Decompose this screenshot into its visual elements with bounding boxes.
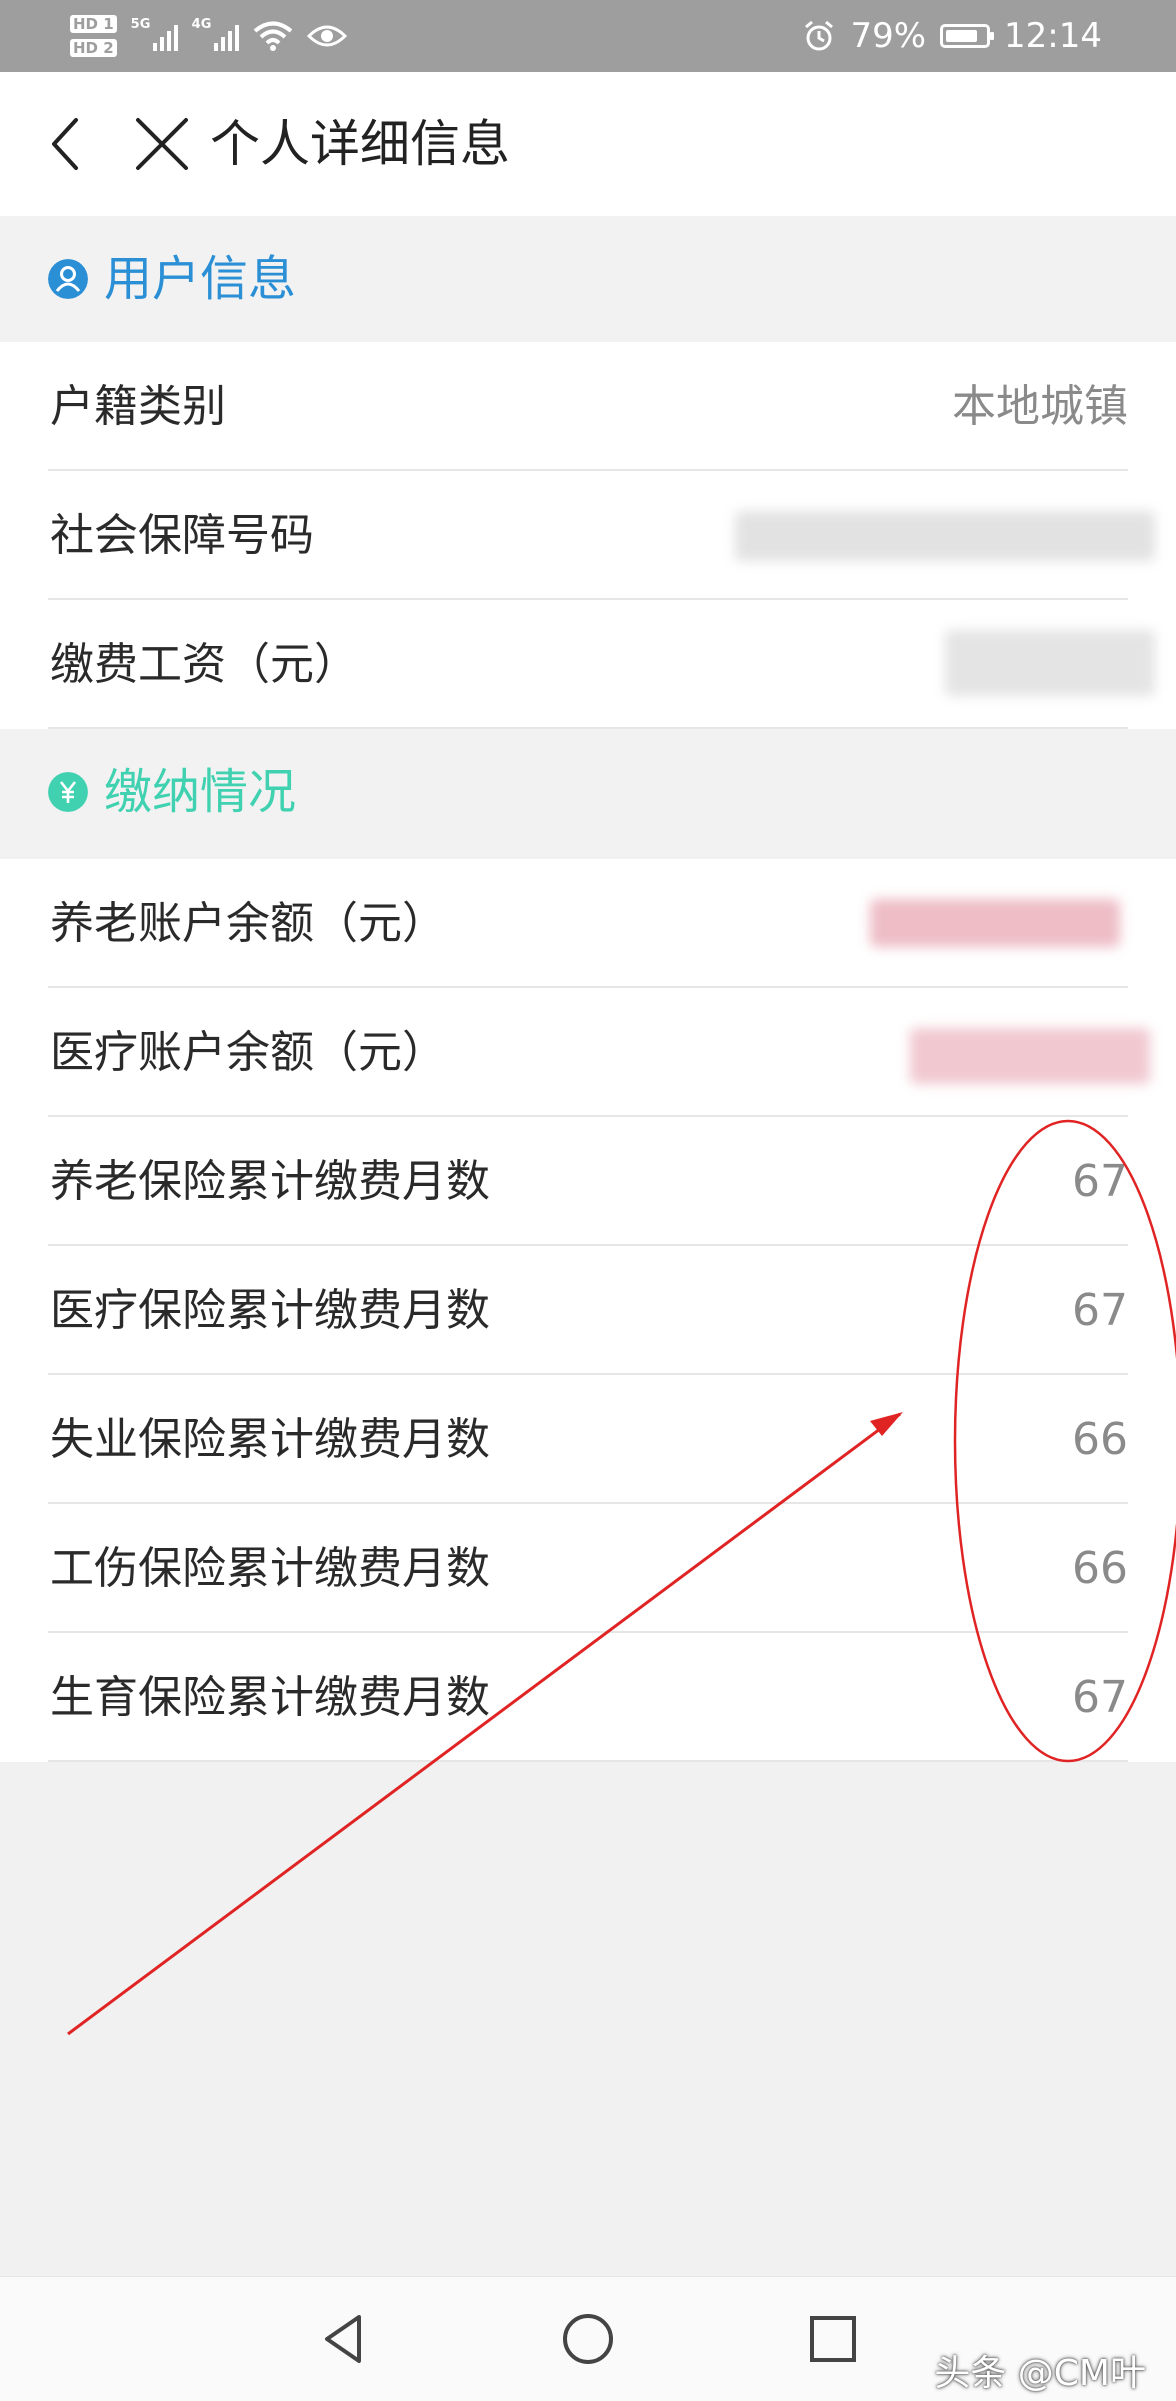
redacted-value	[735, 511, 1155, 561]
row-label: 养老保险累计缴费月数	[50, 1156, 490, 1207]
row-label: 养老账户余额（元）	[50, 898, 446, 949]
row-label: 医疗账户余额（元）	[50, 1027, 446, 1078]
alarm-icon	[805, 20, 834, 51]
section-title-payment: 缴纳情况	[104, 764, 297, 820]
status-right: 79% 12:14	[802, 0, 1102, 72]
list-item-medical-months[interactable]: 医疗保险累计缴费月数 67	[0, 1246, 1176, 1375]
row-label: 缴费工资（元）	[50, 639, 358, 690]
row-label: 户籍类别	[50, 381, 226, 432]
payment-list: 养老账户余额（元） 医疗账户余额（元） 养老保险累计缴费月数 67 医疗保险累计…	[0, 859, 1176, 1762]
section-payment-header: 缴纳情况	[0, 729, 1176, 855]
list-item-injury-months[interactable]: 工伤保险累计缴费月数 66	[0, 1504, 1176, 1633]
row-value: 67	[1072, 1156, 1128, 1207]
row-label: 社会保障号码	[50, 510, 314, 561]
list-item-contribution-wage[interactable]: 缴费工资（元）	[0, 600, 1176, 729]
row-label: 工伤保险累计缴费月数	[50, 1543, 490, 1594]
home-circle-icon[interactable]	[558, 2309, 618, 2369]
row-value: 本地城镇	[952, 381, 1128, 432]
user-icon	[48, 259, 88, 299]
recents-square-icon[interactable]	[803, 2309, 863, 2369]
list-item-social-security-number[interactable]: 社会保障号码	[0, 471, 1176, 600]
signal-5g-icon: 5G	[131, 17, 178, 51]
page-title: 个人详细信息	[210, 115, 510, 173]
clock: 12:14	[1004, 16, 1102, 56]
list-item-medical-balance[interactable]: 医疗账户余额（元）	[0, 988, 1176, 1117]
row-label: 医疗保险累计缴费月数	[50, 1285, 490, 1336]
list-item-household-type[interactable]: 户籍类别 本地城镇	[0, 342, 1176, 471]
hd2-badge: HD 2	[70, 39, 117, 57]
row-label: 失业保险累计缴费月数	[50, 1414, 490, 1465]
title-bar: 个人详细信息	[0, 72, 1176, 217]
wifi-icon	[253, 21, 292, 51]
close-icon[interactable]	[130, 112, 194, 176]
eye-icon	[306, 25, 347, 47]
hd-indicators: HD 1 HD 2	[70, 15, 117, 57]
net2-label: 4G	[191, 17, 212, 32]
list-item-pension-balance[interactable]: 养老账户余额（元）	[0, 859, 1176, 988]
net1-label: 5G	[130, 17, 151, 32]
row-value: 66	[1072, 1543, 1128, 1594]
yen-icon	[48, 772, 88, 812]
row-label: 生育保险累计缴费月数	[50, 1672, 490, 1723]
battery-icon	[940, 24, 995, 48]
watermark: 头条 @CM叶	[934, 2353, 1146, 2394]
list-item-unemployment-months[interactable]: 失业保险累计缴费月数 66	[0, 1375, 1176, 1504]
row-value: 67	[1072, 1672, 1128, 1723]
back-triangle-icon[interactable]	[313, 2309, 373, 2369]
signal-4g-icon: 4G	[192, 17, 239, 51]
redacted-value	[910, 1028, 1150, 1084]
section-title-user-info: 用户信息	[104, 251, 297, 307]
status-bar: HD 1 HD 2 5G 4G 79% 12:14	[0, 0, 1176, 72]
hd1-badge: HD 1	[70, 15, 117, 33]
list-item-pension-months[interactable]: 养老保险累计缴费月数 67	[0, 1117, 1176, 1246]
status-left: HD 1 HD 2 5G 4G	[70, 8, 347, 64]
redacted-value	[870, 899, 1120, 947]
list-item-maternity-months[interactable]: 生育保险累计缴费月数 67	[0, 1633, 1176, 1762]
row-value: 67	[1072, 1285, 1128, 1336]
battery-percent: 79%	[850, 16, 927, 56]
row-value: 66	[1072, 1414, 1128, 1465]
chevron-left-icon[interactable]	[44, 114, 88, 174]
section-user-info-header: 用户信息	[0, 216, 1176, 342]
user-info-list: 户籍类别 本地城镇 社会保障号码 缴费工资（元）	[0, 342, 1176, 729]
redacted-value	[945, 630, 1155, 696]
